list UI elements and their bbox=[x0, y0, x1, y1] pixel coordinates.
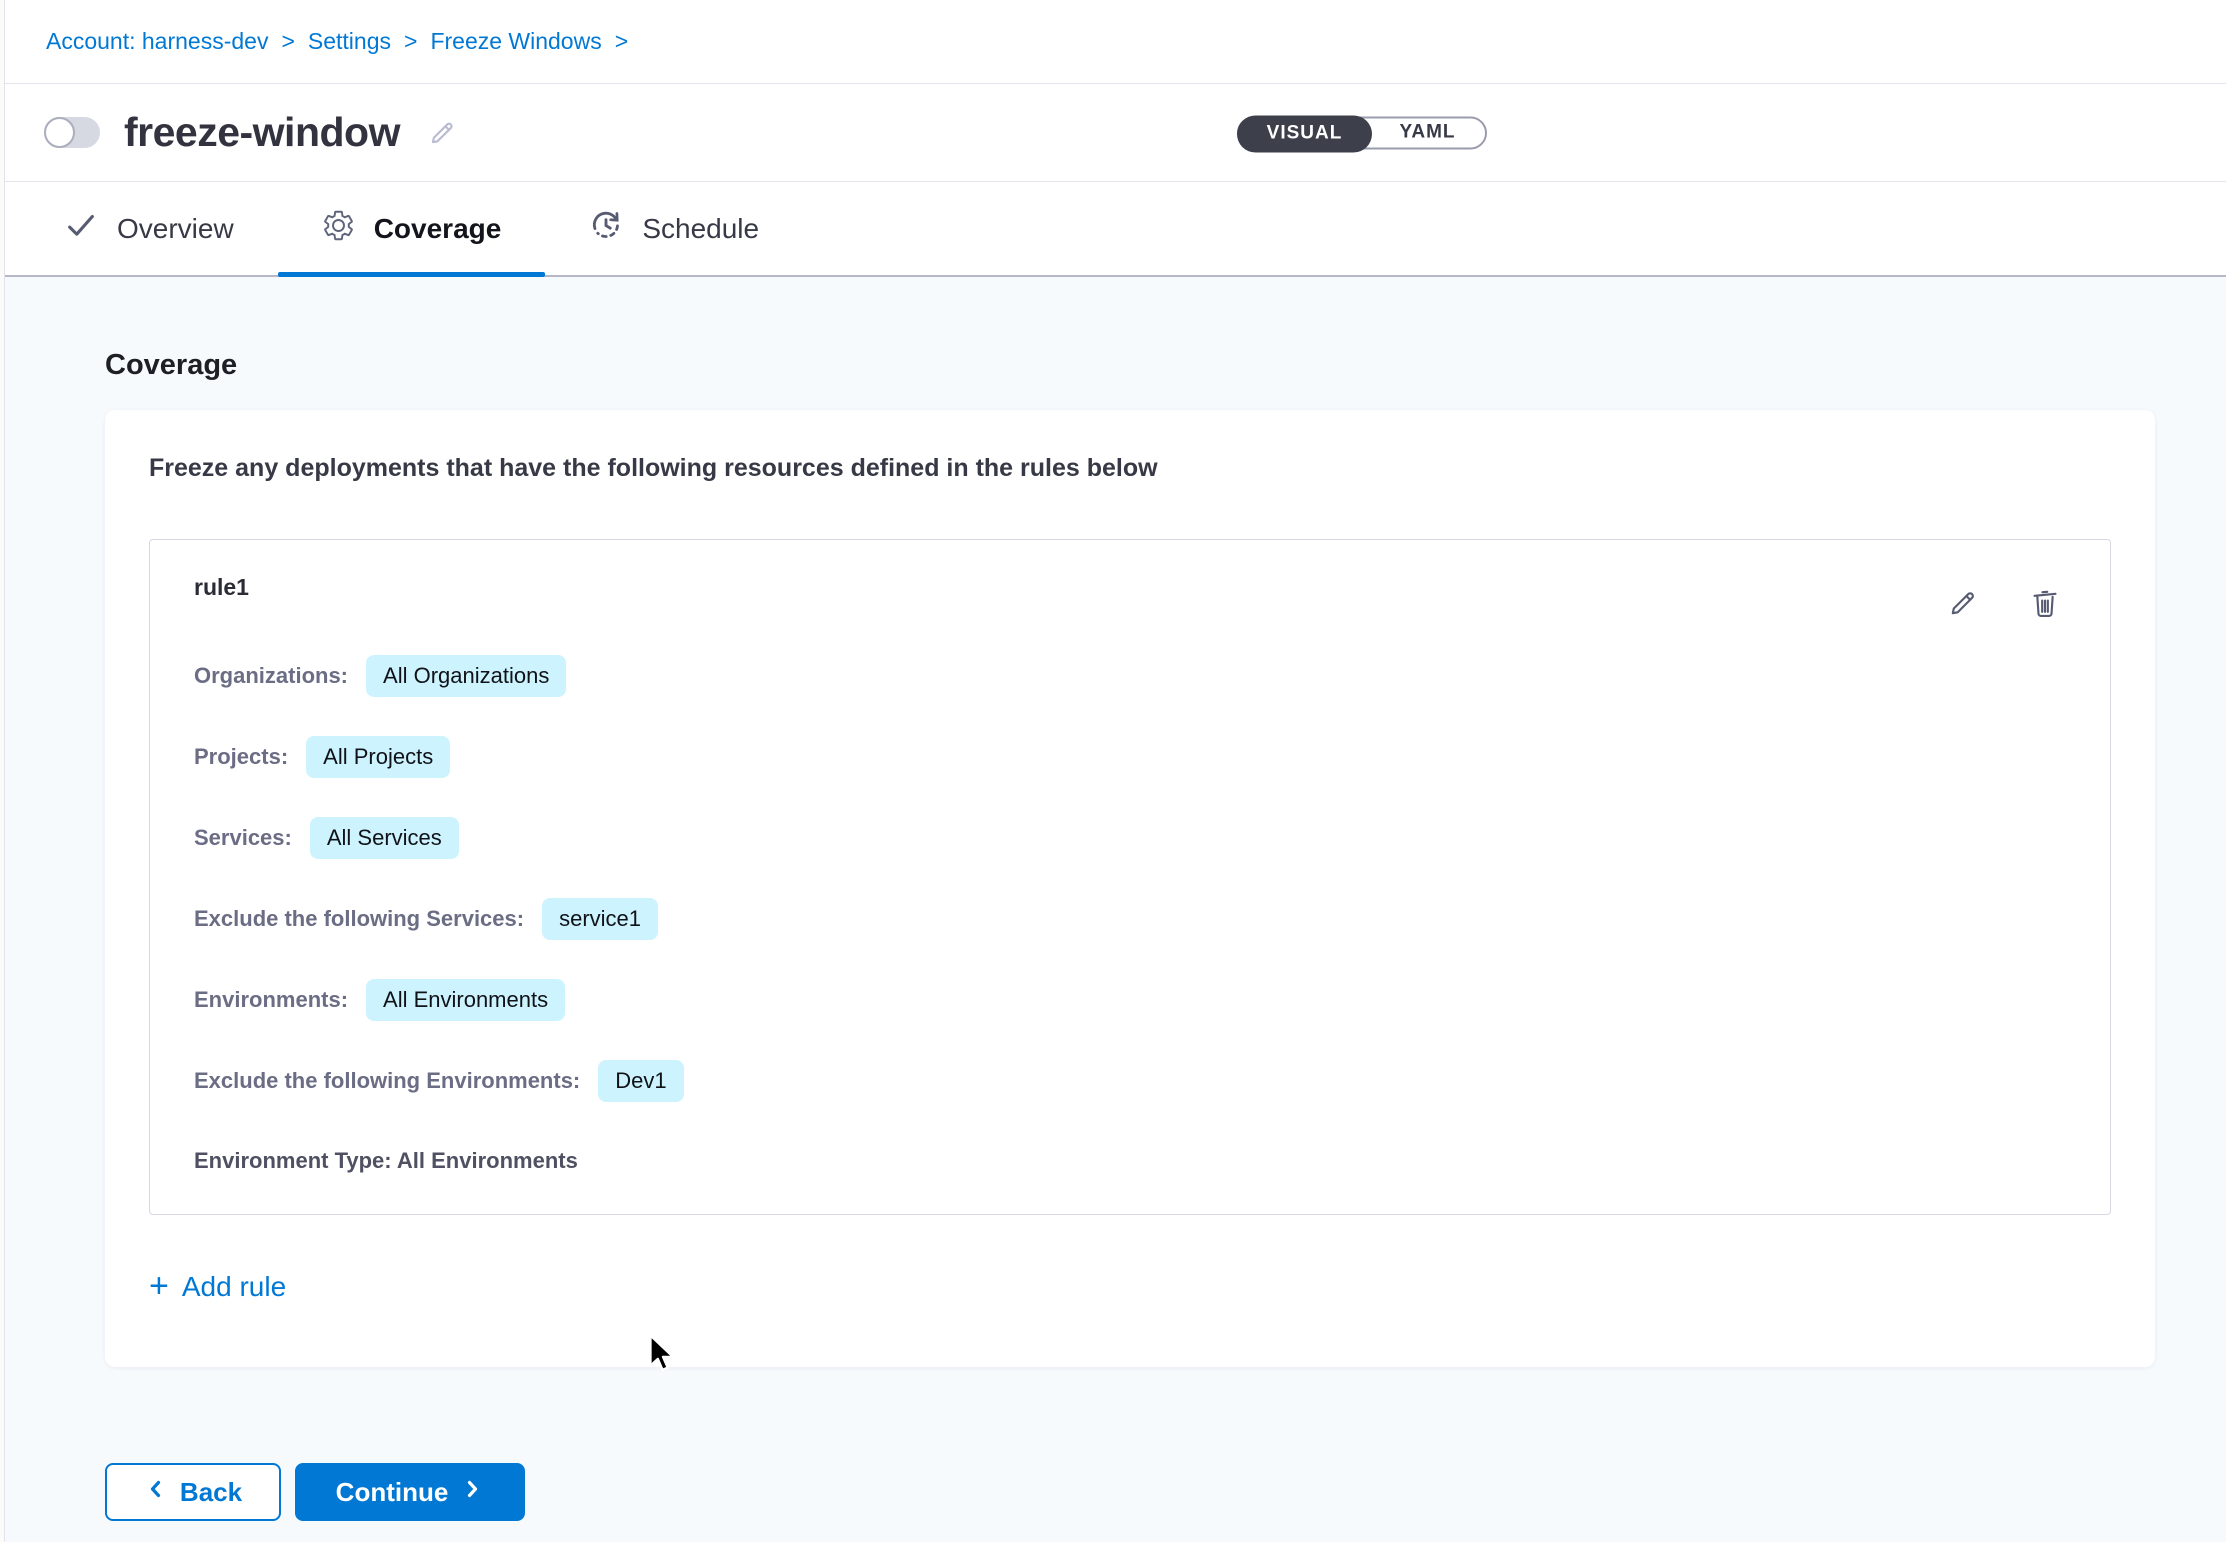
breadcrumb-nav: Account: harness-dev > Settings > Freeze Win… bbox=[46, 28, 641, 55]
rule-row: Environments: All Environments bbox=[194, 975, 2062, 1025]
rule-card: rule1 bbox=[149, 539, 2111, 1215]
edit-title-icon[interactable] bbox=[426, 117, 458, 149]
rule-row-label: Environments: bbox=[194, 987, 348, 1013]
freeze-enable-toggle[interactable] bbox=[44, 117, 100, 148]
mouse-cursor bbox=[640, 1332, 682, 1379]
edit-rule-icon[interactable] bbox=[1946, 586, 1980, 620]
breadcrumb: Account: harness-dev > Settings > Freeze Win… bbox=[0, 0, 2226, 84]
rule-row-chip: service1 bbox=[542, 898, 658, 940]
tab-schedule[interactable]: Schedule bbox=[545, 182, 803, 275]
page-title: freeze-window bbox=[124, 109, 400, 156]
rule-row-label: Organizations: bbox=[194, 663, 348, 689]
breadcrumb-separator: > bbox=[281, 28, 294, 54]
chevron-left-icon bbox=[144, 1477, 168, 1508]
plus-icon: + bbox=[149, 1269, 169, 1303]
collapsed-sidebar-edge bbox=[0, 0, 5, 1542]
coverage-card: Freeze any deployments that have the fol… bbox=[105, 410, 2155, 1367]
rule-name: rule1 bbox=[194, 574, 249, 601]
check-icon bbox=[64, 208, 98, 249]
add-rule-label: Add rule bbox=[182, 1271, 286, 1303]
rule-row: Exclude the following Services: service1 bbox=[194, 894, 2062, 944]
rule-row: Exclude the following Environments: Dev1 bbox=[194, 1056, 2062, 1106]
rule-rows: Organizations: All Organizations Projects:… bbox=[194, 651, 2062, 1106]
coverage-description: Freeze any deployments that have the fol… bbox=[149, 454, 2111, 483]
rule-row-chip: All Environments bbox=[366, 979, 565, 1021]
rule-row-chip: All Services bbox=[310, 817, 459, 859]
add-rule-button[interactable]: + Add rule bbox=[149, 1271, 286, 1303]
back-button[interactable]: Back bbox=[105, 1463, 281, 1521]
back-label: Back bbox=[180, 1477, 242, 1508]
rule-row-label: Services: bbox=[194, 825, 292, 851]
rule-row: Projects: All Projects bbox=[194, 732, 2062, 782]
gear-icon bbox=[322, 209, 355, 249]
title-bar: freeze-window VISUAL YAML bbox=[0, 84, 2226, 182]
rule-row-label: Projects: bbox=[194, 744, 288, 770]
section-title: Coverage bbox=[105, 349, 2226, 382]
rule-row-chip: All Projects bbox=[306, 736, 450, 778]
rule-row-chip: Dev1 bbox=[598, 1060, 683, 1102]
tab-overview[interactable]: Overview bbox=[20, 182, 278, 275]
environment-type-text: Environment Type: All Environments bbox=[194, 1148, 2062, 1174]
rule-row-label: Exclude the following Environments: bbox=[194, 1068, 580, 1094]
tab-label: Schedule bbox=[642, 213, 759, 245]
continue-button[interactable]: Continue bbox=[295, 1463, 525, 1521]
toggle-knob bbox=[44, 117, 75, 148]
breadcrumb-link[interactable]: Account: harness-dev bbox=[46, 28, 268, 54]
breadcrumb-link[interactable]: Settings bbox=[308, 28, 391, 54]
freeze-window-studio-page: Account: harness-dev > Settings > Freeze Win… bbox=[0, 0, 2226, 1542]
delete-rule-icon[interactable] bbox=[2028, 586, 2062, 620]
visual-toggle-button[interactable]: VISUAL bbox=[1237, 115, 1372, 152]
breadcrumb-separator: > bbox=[404, 28, 417, 54]
chevron-right-icon bbox=[460, 1477, 484, 1508]
wizard-footer: Back Continue bbox=[105, 1463, 2226, 1521]
breadcrumb-separator: > bbox=[615, 28, 628, 54]
coverage-step-content: Coverage Freeze any deployments that hav… bbox=[0, 277, 2226, 1542]
tab-coverage[interactable]: Coverage bbox=[278, 182, 546, 275]
schedule-clock-icon bbox=[589, 208, 623, 249]
tab-label: Coverage bbox=[374, 213, 502, 245]
tab-label: Overview bbox=[117, 213, 234, 245]
breadcrumb-link[interactable]: Freeze Windows bbox=[430, 28, 601, 54]
studio-tabs: Overview Coverage Schedule bbox=[0, 182, 2226, 277]
rule-row: Services: All Services bbox=[194, 813, 2062, 863]
rule-row-chip: All Organizations bbox=[366, 655, 566, 697]
continue-label: Continue bbox=[336, 1477, 449, 1508]
visual-yaml-toggle: VISUAL YAML bbox=[1237, 116, 1487, 149]
rule-row-label: Exclude the following Services: bbox=[194, 906, 524, 932]
rule-row: Organizations: All Organizations bbox=[194, 651, 2062, 701]
yaml-toggle-button[interactable]: YAML bbox=[1370, 118, 1485, 147]
